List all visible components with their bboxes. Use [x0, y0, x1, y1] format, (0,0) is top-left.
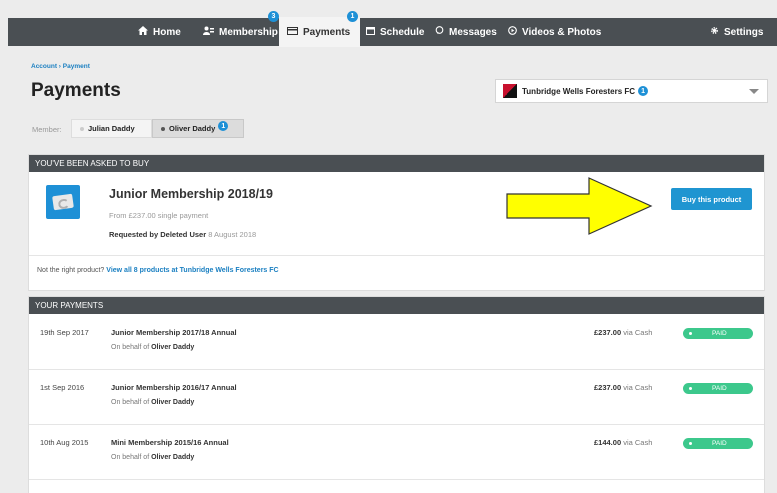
- payment-name: Junior Membership 2017/18 Annual: [111, 328, 237, 337]
- nav-payments-label: Payments: [303, 26, 351, 38]
- club-logo: [503, 84, 517, 98]
- product-title: Junior Membership 2018/19: [109, 187, 273, 201]
- nav-videos-photos-label: Videos & Photos: [522, 26, 602, 38]
- status-label: PAID: [712, 330, 727, 337]
- payments-section-header: Your payments: [29, 297, 764, 314]
- payments-icon: [287, 26, 298, 38]
- status-dot-icon: [689, 387, 692, 390]
- member-dot-icon: [161, 126, 165, 131]
- divider: [29, 255, 764, 256]
- club-select[interactable]: Tunbridge Wells Foresters FC 1: [495, 79, 768, 103]
- play-icon: [508, 26, 517, 38]
- behalf-name: Oliver Daddy: [151, 454, 195, 461]
- home-icon: [138, 26, 148, 38]
- not-right-product: Not the right product? View all 8 produc…: [37, 267, 279, 274]
- member-tab-oliver[interactable]: Oliver Daddy 1: [152, 119, 244, 138]
- nav-videos-photos[interactable]: Videos & Photos: [508, 18, 601, 46]
- table-row: 1st Sep 2016 Junior Membership 2016/17 A…: [29, 370, 764, 425]
- calendar-icon: [366, 26, 375, 38]
- status-dot-icon: [689, 442, 692, 445]
- payment-amount: £237.00 via Cash: [594, 383, 652, 392]
- status-badge: PAID: [683, 438, 753, 449]
- buy-product-button[interactable]: Buy this product: [671, 188, 752, 210]
- behalf-name: Oliver Daddy: [151, 399, 195, 406]
- behalf-label: On behalf of: [111, 344, 150, 351]
- nav-home-label: Home: [153, 26, 181, 38]
- payment-date: 10th Aug 2015: [40, 438, 89, 447]
- behalf-name: Oliver Daddy: [151, 344, 195, 351]
- payment-amount: £144.00 via Cash: [594, 438, 652, 447]
- amount-via: via Cash: [623, 438, 653, 447]
- member-dot-icon: [80, 126, 84, 131]
- nav-schedule-label: Schedule: [380, 26, 425, 38]
- nav-messages[interactable]: Messages: [435, 18, 497, 46]
- amount-via: via Cash: [623, 328, 653, 337]
- top-strip: [0, 0, 777, 8]
- amount-value: £237.00: [594, 383, 622, 392]
- status-badge: PAID: [683, 328, 753, 339]
- status-label: PAID: [712, 440, 727, 447]
- table-row: 10th Aug 2015 Mini Membership 2015/16 An…: [29, 425, 764, 480]
- club-badge: 1: [638, 86, 649, 96]
- membership-icon: [203, 26, 214, 38]
- payment-name: Junior Membership 2016/17 Annual: [111, 383, 237, 392]
- nav-settings-label: Settings: [724, 26, 764, 38]
- nav-membership-label: Membership: [219, 26, 278, 38]
- member-badge: 1: [218, 121, 229, 131]
- nav-schedule[interactable]: Schedule: [366, 18, 424, 46]
- payment-behalf: On behalf of Oliver Daddy: [111, 344, 194, 351]
- message-icon: [435, 26, 444, 38]
- behalf-label: On behalf of: [111, 454, 150, 461]
- row-divider: [29, 479, 764, 480]
- member-tab-label: Oliver Daddy: [169, 124, 216, 133]
- view-all-products-link[interactable]: View all 8 products at Tunbridge Wells F…: [106, 267, 278, 274]
- payment-date: 19th Sep 2017: [40, 328, 89, 337]
- member-tab-julian[interactable]: Julian Daddy: [71, 119, 152, 138]
- payment-behalf: On behalf of Oliver Daddy: [111, 454, 194, 461]
- nav-payments[interactable]: Payments 1: [279, 11, 360, 47]
- payment-amount: £237.00 via Cash: [594, 328, 652, 337]
- member-tab-label: Julian Daddy: [88, 124, 135, 133]
- not-right-text: Not the right product?: [37, 267, 105, 274]
- buy-section-header: You've been asked to buy: [29, 155, 764, 172]
- club-name: Tunbridge Wells Foresters FC: [522, 86, 636, 96]
- breadcrumb[interactable]: Account › Payment: [31, 63, 90, 70]
- payment-behalf: On behalf of Oliver Daddy: [111, 399, 194, 406]
- behalf-label: On behalf of: [111, 399, 150, 406]
- requested-by: Requested by Deleted User: [109, 230, 207, 239]
- nav-membership[interactable]: Membership 3: [203, 11, 279, 46]
- member-label: Member:: [32, 125, 62, 134]
- main-nav: Home Membership 3 Payments 1 Schedule Me…: [8, 11, 777, 47]
- nav-home[interactable]: Home: [138, 18, 181, 46]
- nav-messages-label: Messages: [449, 26, 497, 38]
- chevron-down-icon[interactable]: [749, 89, 759, 94]
- nav-settings[interactable]: Settings: [710, 18, 763, 46]
- payments-badge: 1: [347, 11, 358, 22]
- status-badge: PAID: [683, 383, 753, 394]
- table-row: 19th Sep 2017 Junior Membership 2017/18 …: [29, 315, 764, 370]
- product-requested: Requested by Deleted User 8 August 2018: [109, 230, 256, 239]
- amount-value: £144.00: [594, 438, 622, 447]
- product-price: From £237.00 single payment: [109, 211, 209, 220]
- payments-section: Your payments 19th Sep 2017 Junior Membe…: [28, 296, 765, 493]
- status-label: PAID: [712, 385, 727, 392]
- status-dot-icon: [689, 332, 692, 335]
- membership-card-icon: [46, 185, 80, 219]
- payment-name: Mini Membership 2015/16 Annual: [111, 438, 229, 447]
- amount-via: via Cash: [623, 383, 653, 392]
- page-title: Payments: [31, 80, 121, 101]
- payment-date: 1st Sep 2016: [40, 383, 85, 392]
- requested-date: 8 August 2018: [208, 230, 257, 239]
- membership-badge: 3: [268, 11, 279, 22]
- amount-value: £237.00: [594, 328, 622, 337]
- arrow-icon: [506, 177, 653, 235]
- gear-icon: [710, 26, 719, 38]
